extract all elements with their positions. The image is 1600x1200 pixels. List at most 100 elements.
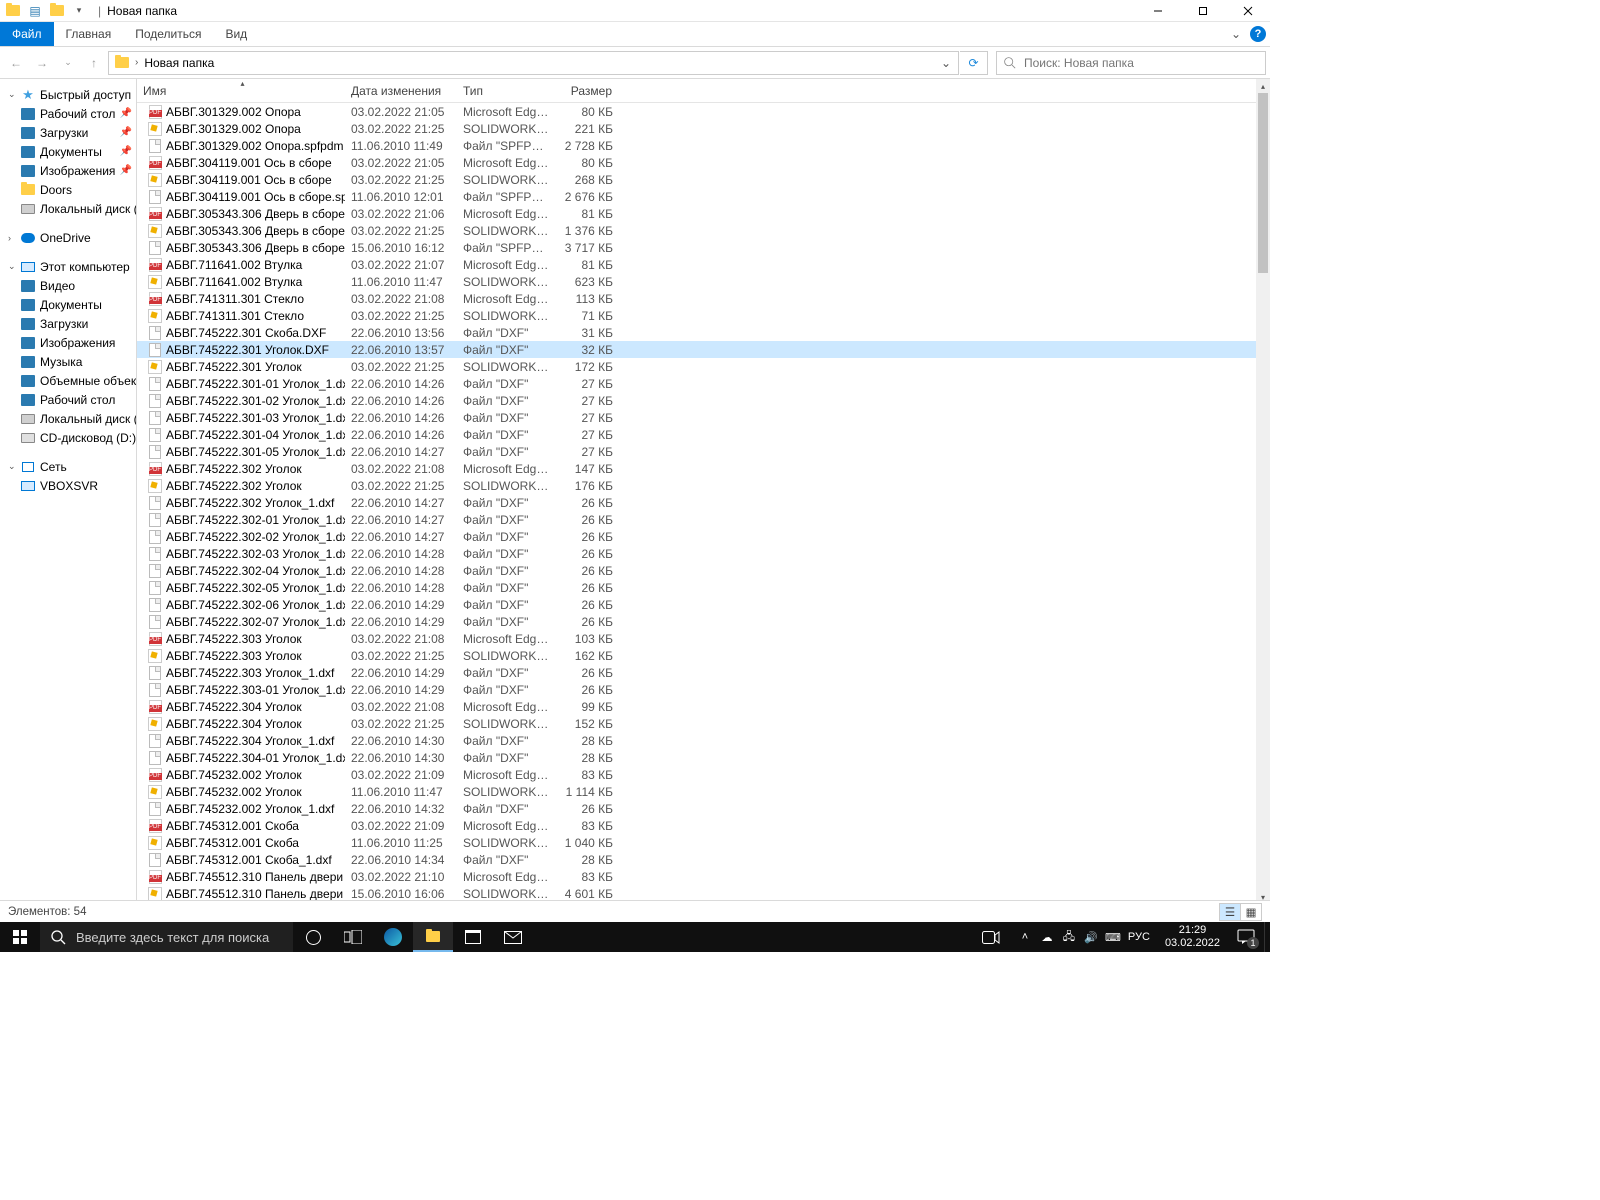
file-row[interactable]: АБВГ.305343.306 Дверь в сборе.spfpdm15.0… <box>137 239 1256 256</box>
maximize-button[interactable] <box>1180 0 1225 22</box>
tab-file[interactable]: Файл <box>0 22 54 46</box>
file-row[interactable]: АБВГ.745222.302 Уголок_1.dxf22.06.2010 1… <box>137 494 1256 511</box>
taskbar-explorer[interactable] <box>413 922 453 952</box>
close-button[interactable] <box>1225 0 1270 22</box>
file-row[interactable]: АБВГ.301329.002 Опора03.02.2022 21:25SOL… <box>137 120 1256 137</box>
vertical-scrollbar[interactable]: ▴ ▾ <box>1256 79 1270 904</box>
col-name[interactable]: Имя▴ <box>137 79 345 102</box>
file-row[interactable]: АБВГ.745222.304 Уголок_1.dxf22.06.2010 1… <box>137 732 1256 749</box>
file-row[interactable]: АБВГ.741311.301 Стекло03.02.2022 21:25SO… <box>137 307 1256 324</box>
nav-forward-button[interactable]: → <box>30 51 54 75</box>
breadcrumb[interactable]: › Новая папка ⌄ <box>108 51 959 75</box>
file-row[interactable]: АБВГ.305343.306 Дверь в сборе03.02.2022 … <box>137 222 1256 239</box>
qat-properties-icon[interactable]: ▤ <box>24 0 46 22</box>
nav-item[interactable]: CD-дисковод (D:) V <box>0 428 136 447</box>
nav-item[interactable]: Локальный диск (C <box>0 199 136 218</box>
file-row[interactable]: АБВГ.745222.301-03 Уголок_1.dxf22.06.201… <box>137 409 1256 426</box>
file-row[interactable]: АБВГ.301329.002 Опора03.02.2022 21:05Mic… <box>137 103 1256 120</box>
file-row[interactable]: АБВГ.745512.310 Панель двери03.02.2022 2… <box>137 868 1256 885</box>
file-row[interactable]: АБВГ.745222.302 Уголок03.02.2022 21:08Mi… <box>137 460 1256 477</box>
nav-onedrive[interactable]: ›OneDrive <box>0 228 136 247</box>
nav-this-pc[interactable]: ⌄Этот компьютер <box>0 257 136 276</box>
file-row[interactable]: АБВГ.304119.001 Ось в сборе03.02.2022 21… <box>137 154 1256 171</box>
file-row[interactable]: АБВГ.711641.002 Втулка03.02.2022 21:07Mi… <box>137 256 1256 273</box>
nav-network[interactable]: ⌄Сеть <box>0 457 136 476</box>
view-details-button[interactable]: ☰ <box>1219 903 1241 921</box>
start-button[interactable] <box>0 922 40 952</box>
scrollbar-thumb[interactable] <box>1258 93 1268 273</box>
refresh-button[interactable]: ⟳ <box>960 51 988 75</box>
nav-up-button[interactable]: ↑ <box>82 51 106 75</box>
qat-folder-icon[interactable] <box>2 0 24 22</box>
nav-recent-button[interactable]: ⌄ <box>56 51 80 75</box>
nav-item[interactable]: Загрузки <box>0 314 136 333</box>
nav-item[interactable]: Рабочий стол <box>0 390 136 409</box>
file-list[interactable]: АБВГ.301329.002 Опора03.02.2022 21:05Mic… <box>137 103 1256 904</box>
taskbar-mail[interactable] <box>493 922 533 952</box>
file-row[interactable]: АБВГ.745222.302-06 Уголок_1.dxf22.06.201… <box>137 596 1256 613</box>
tab-home[interactable]: Главная <box>54 22 124 46</box>
file-row[interactable]: АБВГ.741311.301 Стекло03.02.2022 21:08Mi… <box>137 290 1256 307</box>
file-row[interactable]: АБВГ.745222.301-04 Уголок_1.dxf22.06.201… <box>137 426 1256 443</box>
show-desktop-button[interactable] <box>1264 922 1270 952</box>
breadcrumb-root-icon[interactable] <box>111 52 133 74</box>
action-center-button[interactable]: 1 <box>1228 922 1264 952</box>
file-row[interactable]: АБВГ.745222.301 Скоба.DXF22.06.2010 13:5… <box>137 324 1256 341</box>
file-row[interactable]: АБВГ.745222.303 Уголок_1.dxf22.06.2010 1… <box>137 664 1256 681</box>
scroll-up-icon[interactable]: ▴ <box>1256 79 1270 93</box>
task-view-button[interactable] <box>333 922 373 952</box>
tray-onedrive-icon[interactable]: ☁ <box>1037 922 1057 952</box>
file-row[interactable]: АБВГ.745222.302-04 Уголок_1.dxf22.06.201… <box>137 562 1256 579</box>
file-row[interactable]: АБВГ.745222.303 Уголок03.02.2022 21:08Mi… <box>137 630 1256 647</box>
tray-language[interactable]: РУС <box>1125 922 1153 952</box>
file-row[interactable]: АБВГ.745222.301-01 Уголок_1.dxf22.06.201… <box>137 375 1256 392</box>
file-row[interactable]: АБВГ.745222.301-05 Уголок_1.dxf22.06.201… <box>137 443 1256 460</box>
nav-item[interactable]: Doors <box>0 180 136 199</box>
nav-item[interactable]: Документы <box>0 295 136 314</box>
file-row[interactable]: АБВГ.745222.301-02 Уголок_1.dxf22.06.201… <box>137 392 1256 409</box>
file-row[interactable]: АБВГ.745312.001 Скоба11.06.2010 11:25SOL… <box>137 834 1256 851</box>
nav-item[interactable]: VBOXSVR <box>0 476 136 495</box>
file-row[interactable]: АБВГ.745222.301 Уголок.DXF22.06.2010 13:… <box>137 341 1256 358</box>
tab-view[interactable]: Вид <box>213 22 259 46</box>
chevron-right-icon[interactable]: › <box>133 57 140 68</box>
file-row[interactable]: АБВГ.745222.302-05 Уголок_1.dxf22.06.201… <box>137 579 1256 596</box>
file-row[interactable]: АБВГ.745222.304-01 Уголок_1.dxf22.06.201… <box>137 749 1256 766</box>
file-row[interactable]: АБВГ.745232.002 Уголок03.02.2022 21:09Mi… <box>137 766 1256 783</box>
file-row[interactable]: АБВГ.745222.302-02 Уголок_1.dxf22.06.201… <box>137 528 1256 545</box>
nav-back-button[interactable]: ← <box>4 51 28 75</box>
file-row[interactable]: АБВГ.745222.302-07 Уголок_1.dxf22.06.201… <box>137 613 1256 630</box>
file-row[interactable]: АБВГ.745222.302-01 Уголок_1.dxf22.06.201… <box>137 511 1256 528</box>
nav-item[interactable]: Изображения <box>0 333 136 352</box>
nav-item[interactable]: Документы📌 <box>0 142 136 161</box>
file-row[interactable]: АБВГ.745232.002 Уголок11.06.2010 11:47SO… <box>137 783 1256 800</box>
tray-network-icon[interactable]: 🖧 <box>1059 922 1079 952</box>
help-button[interactable]: ? <box>1246 22 1270 46</box>
minimize-button[interactable] <box>1135 0 1180 22</box>
nav-item[interactable]: Локальный диск (C <box>0 409 136 428</box>
file-row[interactable]: АБВГ.745232.002 Уголок_1.dxf22.06.2010 1… <box>137 800 1256 817</box>
file-row[interactable]: АБВГ.745222.301 Уголок03.02.2022 21:25SO… <box>137 358 1256 375</box>
search-box[interactable] <box>996 51 1266 75</box>
nav-item[interactable]: Объемные объекты <box>0 371 136 390</box>
taskbar-meet-now[interactable] <box>971 922 1011 952</box>
file-row[interactable]: АБВГ.711641.002 Втулка11.06.2010 11:47SO… <box>137 273 1256 290</box>
search-input[interactable] <box>1022 55 1259 71</box>
file-row[interactable]: АБВГ.305343.306 Дверь в сборе03.02.2022 … <box>137 205 1256 222</box>
ribbon-collapse-icon[interactable]: ⌄ <box>1226 22 1246 46</box>
file-row[interactable]: АБВГ.745222.302 Уголок03.02.2022 21:25SO… <box>137 477 1256 494</box>
file-row[interactable]: АБВГ.304119.001 Ось в сборе.spfpdm11.06.… <box>137 188 1256 205</box>
col-type[interactable]: Тип <box>457 79 555 102</box>
file-row[interactable]: АБВГ.301329.002 Опора.spfpdm11.06.2010 1… <box>137 137 1256 154</box>
qat-open-folder-icon[interactable] <box>46 0 68 22</box>
nav-quick-access[interactable]: ⌄★Быстрый доступ <box>0 85 136 104</box>
taskbar-edge[interactable] <box>373 922 413 952</box>
taskbar-store[interactable] <box>453 922 493 952</box>
taskbar-search[interactable]: Введите здесь текст для поиска <box>40 922 293 952</box>
breadcrumb-dropdown-icon[interactable]: ⌄ <box>936 56 956 70</box>
tab-share[interactable]: Поделиться <box>123 22 213 46</box>
tray-input-icon[interactable]: ⌨ <box>1103 922 1123 952</box>
col-size[interactable]: Размер <box>555 79 619 102</box>
view-large-button[interactable]: ▦ <box>1240 903 1262 921</box>
cortana-button[interactable] <box>293 922 333 952</box>
